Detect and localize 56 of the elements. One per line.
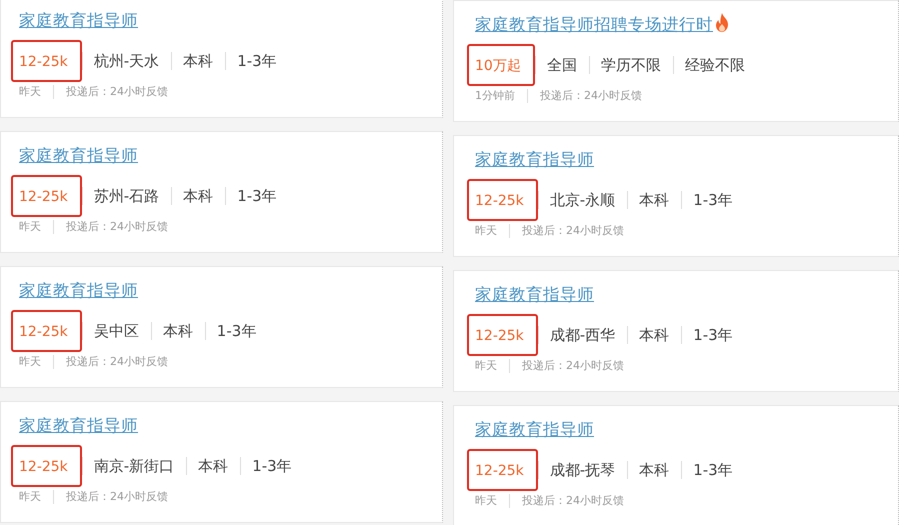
salary: 12-25k (467, 449, 538, 491)
job-tag: 本科 (171, 52, 226, 70)
posted-time: 昨天 (19, 490, 41, 504)
job-card[interactable]: 家庭教育指导师 12-25k 成都-抚琴 本科 1-3年 昨天 投递后：24小时反馈 (453, 405, 899, 525)
job-tag: 南京-新街口 (82, 457, 186, 475)
job-tag: 1-3年 (204, 322, 268, 340)
job-tag: 1-3年 (681, 461, 745, 479)
job-card[interactable]: 家庭教育指导师 12-25k 南京-新街口 本科 1-3年 昨天 投递后：24小时反馈 (0, 401, 443, 523)
job-tag: 杭州-天水 (82, 52, 172, 70)
job-tag: 1-3年 (681, 326, 745, 344)
posted-time: 昨天 (19, 355, 41, 369)
salary: 12-25k (467, 179, 538, 221)
job-tag: 1-3年 (225, 52, 289, 70)
feedback-note: 投递后：24小时反馈 (509, 359, 624, 373)
posted-time: 1分钟前 (475, 89, 515, 103)
feedback-note: 投递后：24小时反馈 (509, 224, 624, 238)
job-tag: 本科 (627, 461, 682, 479)
posted-time: 昨天 (475, 494, 497, 508)
job-card[interactable]: 家庭教育指导师 12-25k 北京-永顺 本科 1-3年 昨天 投递后：24小时反馈 (453, 135, 899, 257)
posted-time: 昨天 (19, 85, 41, 99)
posted-time: 昨天 (19, 220, 41, 234)
job-tag: 本科 (186, 457, 240, 475)
feedback-note: 投递后：24小时反馈 (509, 494, 624, 508)
job-tag: 经验不限 (672, 56, 757, 74)
job-card[interactable]: 家庭教育指导师 12-25k 成都-西华 本科 1-3年 昨天 投递后：24小时反馈 (453, 270, 899, 392)
job-tag: 本科 (150, 322, 205, 340)
salary: 12-25k (11, 310, 82, 352)
job-tag: 1-3年 (225, 187, 289, 205)
job-tag: 1-3年 (681, 191, 745, 209)
job-tag: 成都-西华 (538, 326, 628, 344)
job-tag: 本科 (171, 187, 226, 205)
feedback-note: 投递后：24小时反馈 (53, 85, 168, 99)
job-tag: 本科 (627, 326, 682, 344)
salary: 12-25k (467, 314, 538, 356)
feedback-note: 投递后：24小时反馈 (53, 220, 168, 234)
job-tag: 全国 (534, 56, 589, 74)
posted-time: 昨天 (475, 224, 497, 238)
job-tag: 本科 (627, 191, 682, 209)
salary: 12-25k (11, 445, 82, 487)
salary: 12-25k (11, 175, 82, 217)
salary: 10万起 (467, 44, 535, 86)
job-card[interactable]: 家庭教育指导师 12-25k 苏州-石路 本科 1-3年 昨天 投递后：24小时反馈 (0, 131, 443, 253)
job-tag: 成都-抚琴 (538, 461, 628, 479)
job-tag: 学历不限 (588, 56, 673, 74)
job-card[interactable]: 家庭教育指导师招聘专场进行时 10万起 全国 学历不限 经验不限 1分钟前 投递后：24小时反馈 (453, 0, 899, 122)
salary: 12-25k (11, 40, 82, 82)
job-tag: 吴中区 (82, 322, 151, 340)
job-card[interactable]: 家庭教育指导师 12-25k 吴中区 本科 1-3年 昨天 投递后：24小时反馈 (0, 266, 443, 388)
job-tag: 北京-永顺 (538, 191, 628, 209)
posted-time: 昨天 (475, 359, 497, 373)
feedback-note: 投递后：24小时反馈 (53, 490, 168, 504)
feedback-note: 投递后：24小时反馈 (53, 355, 168, 369)
job-tag: 苏州-石路 (82, 187, 172, 205)
feedback-note: 投递后：24小时反馈 (527, 89, 642, 103)
job-tag: 1-3年 (240, 457, 304, 475)
job-card[interactable]: 家庭教育指导师 12-25k 杭州-天水 本科 1-3年 昨天 投递后：24小时反馈 (0, 0, 443, 118)
